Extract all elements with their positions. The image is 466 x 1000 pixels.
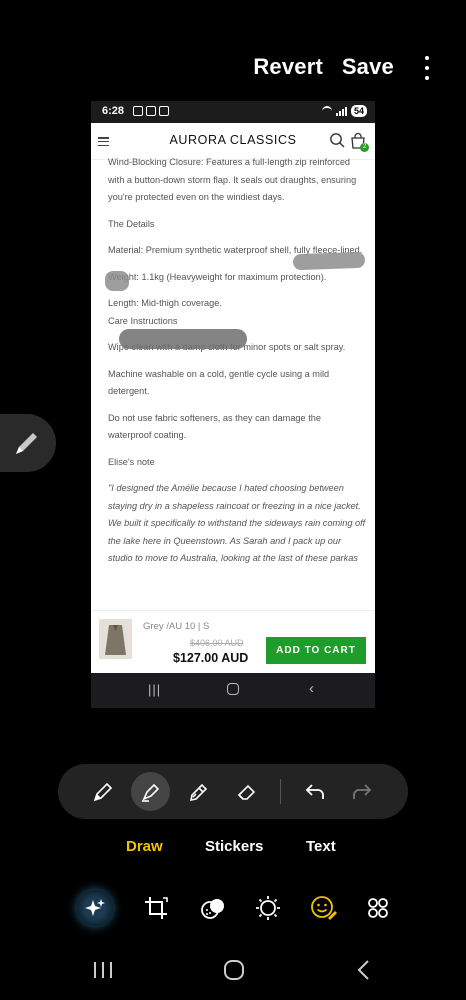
tab-text[interactable]: Text <box>306 838 336 855</box>
revert-button[interactable]: Revert <box>253 54 323 80</box>
undo-button[interactable] <box>295 772 334 811</box>
paragraph: Care Instructions <box>108 315 178 326</box>
brightness-icon <box>256 896 280 920</box>
marker-icon <box>189 783 208 802</box>
edit-canvas[interactable]: 6:28 54 AURORA CLASSICS 2 Wind-Blocking … <box>91 101 375 708</box>
recents-icon: ||| <box>148 682 162 697</box>
recents-icon[interactable] <box>92 960 114 980</box>
tool-divider <box>280 779 281 804</box>
variant-label: Grey /AU 10 | S <box>143 621 210 632</box>
ai-sparkle-icon <box>85 899 105 916</box>
old-price: $406.00 AUD <box>190 638 244 648</box>
battery-icon: 54 <box>350 105 367 117</box>
filter-button[interactable] <box>195 890 231 926</box>
pen-shortcut-button[interactable] <box>0 414 56 472</box>
sale-price: $127.00 AUD <box>173 651 249 665</box>
mode-tabs: Draw Stickers Text <box>0 838 466 858</box>
pen-icon <box>93 782 113 802</box>
paragraph: Wind-Blocking Closure: Features a full-l… <box>108 157 357 202</box>
sticker-face-icon <box>311 896 337 920</box>
add-to-cart-button[interactable]: ADD TO CART <box>266 637 366 664</box>
paragraph: The Details <box>108 218 155 229</box>
paragraph: Elise's note <box>108 456 155 467</box>
editor-bottom-toolbar <box>0 886 466 930</box>
crop-button[interactable] <box>138 890 174 926</box>
status-time: 6:28 <box>102 105 125 117</box>
screenshot-nav-bar: ||| ‹ <box>91 673 375 708</box>
more-tools-button[interactable] <box>360 890 396 926</box>
pen-icon <box>16 433 37 454</box>
eraser-icon <box>237 784 256 800</box>
more-apps-icon <box>368 898 388 918</box>
signal-icon <box>335 106 347 116</box>
drawn-stroke <box>105 271 129 291</box>
filter-icon <box>201 899 224 919</box>
home-icon[interactable] <box>222 959 246 981</box>
tab-draw[interactable]: Draw <box>126 838 163 855</box>
cart-count-badge: 2 <box>360 143 369 152</box>
back-icon[interactable] <box>355 959 373 981</box>
save-button[interactable]: Save <box>342 54 394 80</box>
search-icon <box>330 133 345 148</box>
paragraph: Machine washable on a cold, gentle cycle… <box>108 368 330 397</box>
paragraph: "I designed the Amélie because I hated c… <box>108 483 366 563</box>
brightness-button[interactable] <box>250 890 286 926</box>
editor-top-bar: Revert Save <box>0 52 466 84</box>
product-thumbnail[interactable] <box>99 619 132 659</box>
redo-button[interactable] <box>342 772 381 811</box>
paragraph: Length: Mid-thigh coverage. <box>108 298 222 308</box>
marker-tool[interactable] <box>179 772 218 811</box>
paragraph: Weight: 1.1kg (Heavyweight for maximum p… <box>108 271 327 282</box>
crop-icon <box>145 897 168 919</box>
drawn-stroke <box>292 251 366 271</box>
status-bar: 6:28 54 <box>91 101 375 123</box>
draw-tool-palette <box>58 764 408 819</box>
highlighter-icon <box>142 783 160 802</box>
notification-icons <box>133 106 169 116</box>
paragraph: Do not use fabric softeners, as they can… <box>108 412 321 441</box>
wifi-icon <box>321 106 332 116</box>
pen-tool[interactable] <box>83 772 122 811</box>
undo-icon <box>305 784 324 799</box>
system-nav-bar <box>0 955 466 985</box>
highlighter-tool[interactable] <box>131 772 170 811</box>
drawn-stroke <box>119 329 247 349</box>
tab-stickers[interactable]: Stickers <box>205 838 263 855</box>
product-description: Wind-Blocking Closure: Features a full-l… <box>108 157 366 577</box>
home-icon <box>227 683 239 695</box>
sticky-buy-bar: Grey /AU 10 | S $406.00 AUD $127.00 AUD … <box>91 610 375 674</box>
eraser-tool[interactable] <box>227 772 266 811</box>
sticker-button[interactable] <box>305 890 341 926</box>
ai-button[interactable] <box>77 890 113 926</box>
back-icon: ‹ <box>309 680 314 697</box>
more-vert-icon[interactable] <box>424 56 430 80</box>
redo-icon <box>353 784 372 799</box>
